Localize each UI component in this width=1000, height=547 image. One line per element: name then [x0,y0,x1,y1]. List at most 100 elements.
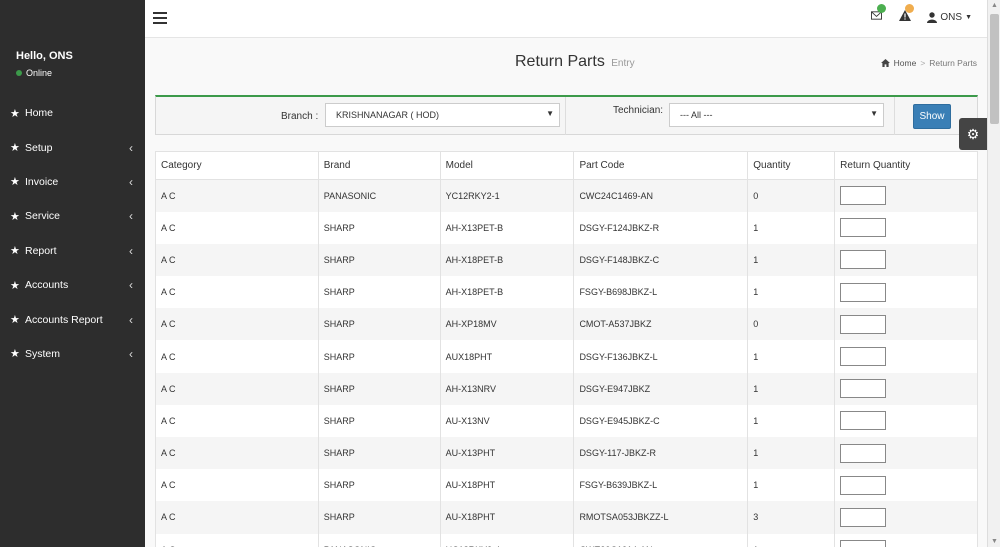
table-cell: A C [155,501,319,534]
table-cell: AH-X18PET-B [439,276,575,309]
table-body: A C PANASONIC YC12RKY2-1 CWC24C1469-AN 0 A CS… [155,179,978,547]
sidebar-item-accounts-report[interactable]: ★ Accounts Report ‹ [0,302,145,336]
mail-icon[interactable] [871,4,887,24]
column-header[interactable]: Quantity [747,151,836,180]
dropdown-caret-icon: ▼ [870,109,878,118]
warning-icon[interactable] [899,4,915,24]
vertical-scrollbar[interactable]: ▲ ▼ [987,0,1000,547]
table-cell: FSGY-B639JBKZ-L [573,469,749,502]
table-cell: 1 [747,372,836,405]
scroll-up-icon[interactable]: ▲ [991,2,998,9]
sidebar-item-service[interactable]: ★ Service ‹ [0,199,145,233]
return-quantity-input[interactable] [840,379,887,399]
scroll-down-icon[interactable]: ▼ [991,538,998,545]
star-icon: ★ [10,279,20,292]
hamburger-menu-icon[interactable] [153,12,167,24]
table-cell: A C [155,533,319,547]
table-cell: SHARP [317,243,441,277]
technician-select[interactable]: --- All --- ▼ [669,103,884,127]
table-cell: AU-X18PHT [439,469,575,502]
chevron-left-icon: ‹ [129,312,133,327]
mail-badge [877,4,887,13]
technician-value: --- All --- [680,110,713,120]
breadcrumb-home[interactable]: Home [894,58,917,68]
table-cell: A C [155,437,319,470]
return-quantity-cell [834,469,978,502]
branch-value: KRISHNANAGAR ( HOD) [336,110,440,120]
column-header[interactable]: Part Code [573,151,749,180]
chevron-left-icon: ‹ [129,243,133,258]
sidebar-item-label: Report [25,244,57,257]
return-quantity-cell [834,533,978,547]
return-quantity-input[interactable] [840,186,887,206]
alert-badge [905,4,915,13]
sidebar-menu: ★ Home ★ Setup ‹ ★ Invoice ‹ ★ Service ‹ ★ Report ‹ ★ A… [0,96,145,371]
table-row: A C SHARP AU-X13PHT DSGY-117-JBKZ-R 1 [155,437,978,470]
column-header[interactable]: Return Quantity [834,151,978,180]
table-cell: SHARP [317,211,441,244]
table-cell: 1 [747,404,836,437]
gear-icon[interactable]: ⚙ [959,118,987,150]
breadcrumb-current: Return Parts [929,58,977,68]
sidebar: Hello, ONS Online ★ Home ★ Setup ‹ ★ Invoice ‹ ★… [0,0,145,547]
table-cell: FSGY-B698JBKZ-L [573,276,749,309]
return-quantity-input[interactable] [840,540,887,547]
table-cell: A C [155,211,319,244]
user-menu[interactable]: ONS ▼ [927,12,972,23]
table-cell: DSGY-F124JBKZ-R [573,211,749,244]
chevron-left-icon: ‹ [129,209,133,224]
breadcrumb: Home > Return Parts [880,58,977,68]
return-quantity-input[interactable] [840,282,887,302]
return-quantity-input[interactable] [840,507,887,527]
column-header[interactable]: Model [439,151,575,180]
column-header[interactable]: Category [155,151,319,180]
show-button[interactable]: Show [913,104,951,129]
star-icon: ★ [10,314,20,327]
table-cell: AH-X18PET-B [439,243,575,277]
return-quantity-input[interactable] [840,411,887,431]
return-quantity-input[interactable] [840,443,887,463]
table-cell: AH-XP18MV [439,308,575,341]
return-quantity-input[interactable] [840,250,887,270]
branch-select[interactable]: KRISHNANAGAR ( HOD) ▼ [325,103,560,127]
return-quantity-input[interactable] [840,218,887,238]
chevron-left-icon: ‹ [129,346,133,361]
table-cell: A C [155,308,319,341]
sidebar-item-setup[interactable]: ★ Setup ‹ [0,130,145,164]
return-quantity-cell [834,372,978,405]
sidebar-item-report[interactable]: ★ Report ‹ [0,234,145,268]
return-quantity-input[interactable] [840,314,887,334]
table-cell: SHARP [317,404,441,437]
sidebar-item-invoice[interactable]: ★ Invoice ‹ [0,165,145,199]
table-cell: 0 [747,308,836,341]
table-row: A C SHARP AH-XP18MV CMOT-A537JBKZ 0 [155,308,978,341]
return-quantity-cell [834,179,978,212]
table-row: A C SHARP AH-X13NRV DSGY-E947JBKZ 1 [155,372,978,405]
sidebar-item-label: Setup [25,141,53,154]
table-cell: 3 [747,501,836,534]
sidebar-item-home[interactable]: ★ Home [0,96,145,130]
table-cell: SHARP [317,372,441,405]
chevron-left-icon: ‹ [129,278,133,293]
table-row: A C SHARP AUX18PHT DSGY-F136JBKZ-L 1 [155,340,978,373]
online-dot-icon [16,70,22,76]
table-cell: 1 [747,243,836,277]
sidebar-item-label: System [25,347,61,360]
table-cell: A C [155,179,319,212]
return-quantity-input[interactable] [840,347,887,367]
status-label: Online [26,68,53,78]
star-icon: ★ [10,245,20,258]
online-status: Online [16,68,145,78]
star-icon: ★ [10,176,20,189]
sidebar-item-system[interactable]: ★ System ‹ [0,337,145,371]
table-cell: 1 [747,276,836,309]
scrollbar-thumb[interactable] [990,14,999,124]
user-name: ONS [940,11,963,23]
table-cell: 1 [747,340,836,373]
return-quantity-input[interactable] [840,475,887,495]
caret-down-icon: ▼ [965,13,972,21]
sidebar-item-accounts[interactable]: ★ Accounts ‹ [0,268,145,302]
chevron-left-icon: ‹ [129,140,133,155]
table-row: A C SHARP AH-X18PET-B FSGY-B698JBKZ-L 1 [155,276,978,309]
column-header[interactable]: Brand [317,151,441,180]
